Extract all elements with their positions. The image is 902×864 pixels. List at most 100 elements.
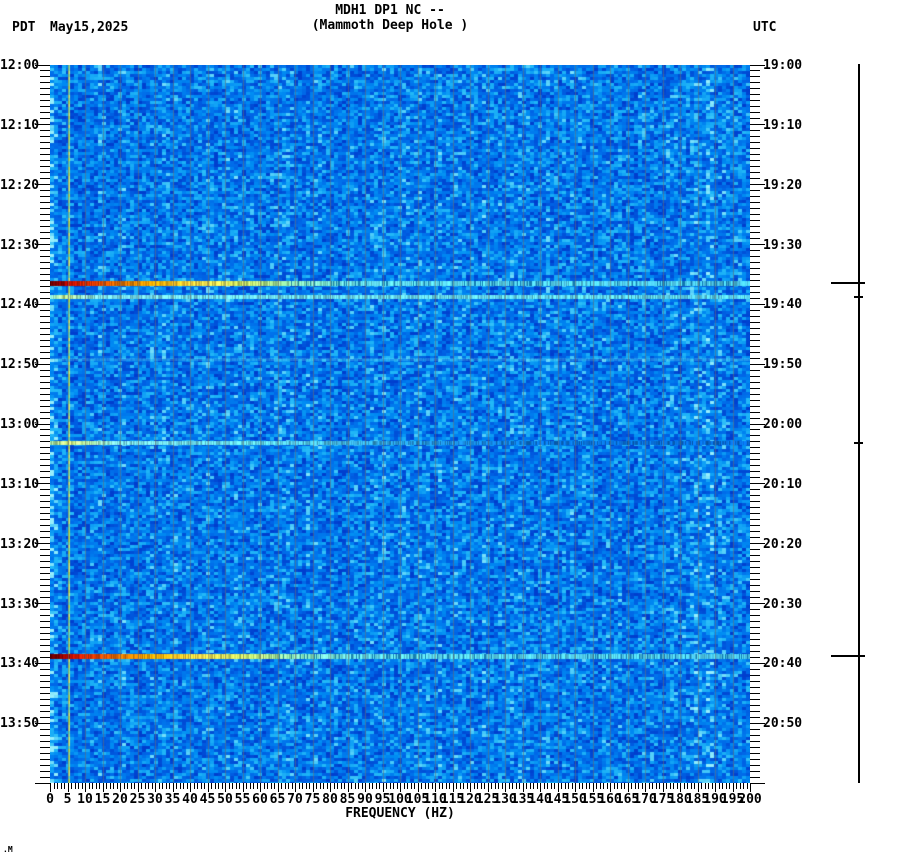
time-minor-tick-right — [750, 531, 760, 533]
freq-minor-tick — [88, 783, 90, 789]
time-label-right: 20:40 — [763, 656, 803, 672]
time-minor-tick-left — [40, 507, 50, 509]
time-minor-tick-left — [40, 267, 50, 269]
time-minor-tick-right — [750, 333, 760, 335]
freq-minor-tick — [536, 783, 538, 789]
freq-minor-tick — [428, 783, 429, 789]
time-minor-tick-left — [40, 70, 50, 72]
time-minor-tick-left — [40, 172, 50, 174]
time-minor-tick-right — [750, 196, 760, 198]
freq-minor-tick — [554, 783, 555, 789]
time-label-right: 19:30 — [763, 237, 803, 253]
time-minor-tick-left — [40, 345, 50, 347]
time-minor-tick-right — [750, 465, 760, 467]
freq-minor-tick — [603, 783, 604, 789]
time-minor-tick-right — [750, 429, 760, 431]
time-minor-tick-right — [750, 644, 760, 646]
freq-minor-tick — [186, 783, 188, 789]
time-minor-tick-right — [750, 758, 760, 760]
freq-major-tick — [697, 783, 699, 792]
time-label-right: 20:30 — [763, 596, 803, 612]
time-minor-tick-right — [750, 668, 760, 670]
time-minor-tick-left — [40, 626, 50, 628]
freq-minor-tick — [561, 783, 562, 789]
time-minor-tick-right — [750, 692, 760, 694]
time-label-right: 19:10 — [763, 117, 803, 133]
freq-minor-tick — [631, 783, 632, 789]
freq-minor-tick — [498, 783, 499, 789]
time-minor-tick-right — [750, 309, 760, 311]
time-minor-tick-left — [40, 549, 50, 551]
timezone-left-label: PDT — [12, 20, 36, 35]
time-minor-tick-right — [750, 166, 760, 168]
time-minor-tick-left — [40, 674, 50, 676]
time-minor-tick-left — [40, 489, 50, 491]
time-minor-tick-left — [40, 309, 50, 311]
time-minor-tick-right — [750, 261, 760, 263]
freq-minor-tick — [729, 783, 730, 789]
time-minor-tick-right — [750, 88, 760, 90]
time-minor-tick-left — [40, 88, 50, 90]
spectrogram-page: MDH1 DP1 NC -- (Mammoth Deep Hole ) PDT … — [0, 0, 902, 864]
time-minor-tick-right — [750, 220, 760, 222]
time-minor-tick-right — [750, 297, 760, 299]
time-minor-tick-left — [40, 585, 50, 587]
freq-minor-tick — [613, 783, 615, 789]
freq-minor-tick — [659, 783, 660, 789]
time-minor-tick-right — [750, 82, 760, 84]
time-minor-tick-right — [750, 136, 760, 138]
freq-minor-tick — [305, 783, 307, 789]
freq-minor-tick — [74, 783, 76, 789]
time-minor-tick-right — [750, 638, 760, 640]
freq-minor-tick — [288, 783, 289, 789]
time-minor-tick-right — [750, 339, 760, 341]
freq-minor-tick — [106, 783, 107, 789]
freq-minor-tick — [585, 783, 587, 789]
freq-major-tick — [85, 783, 86, 792]
time-minor-tick-left — [40, 620, 50, 622]
freq-minor-tick — [319, 783, 321, 789]
time-minor-tick-left — [40, 513, 50, 515]
freq-minor-tick — [323, 783, 324, 789]
time-minor-tick-right — [750, 776, 760, 778]
freq-minor-tick — [239, 783, 240, 789]
time-minor-tick-right — [750, 154, 760, 156]
freq-major-tick — [645, 783, 646, 792]
time-minor-tick-right — [750, 519, 760, 521]
event-marker-tick-long — [831, 655, 865, 658]
freq-minor-tick — [533, 783, 534, 789]
freq-major-tick — [400, 783, 401, 792]
time-minor-tick-left — [40, 387, 50, 389]
freq-major-tick — [382, 783, 384, 792]
timezone-right-label: UTC — [753, 20, 777, 35]
freq-minor-tick — [214, 783, 216, 789]
time-minor-tick-right — [750, 567, 760, 569]
footer-note: .M — [3, 845, 13, 854]
time-minor-tick-right — [750, 178, 760, 180]
time-minor-tick-right — [750, 674, 760, 676]
freq-minor-tick — [421, 783, 422, 789]
time-label-left: 12:10 — [0, 117, 40, 133]
time-label-right: 19:50 — [763, 357, 803, 373]
time-minor-tick-right — [750, 238, 760, 240]
time-minor-tick-left — [40, 142, 50, 144]
time-minor-tick-right — [750, 441, 760, 443]
event-marker-tick-long — [831, 282, 865, 285]
time-minor-tick-right — [750, 686, 760, 688]
freq-minor-tick — [529, 783, 531, 789]
freq-minor-tick — [687, 783, 688, 789]
time-minor-tick-right — [750, 585, 760, 587]
freq-minor-tick — [477, 783, 478, 789]
time-minor-tick-right — [750, 752, 760, 754]
freq-major-tick — [540, 783, 541, 792]
time-minor-tick-left — [40, 579, 50, 581]
freq-minor-tick — [431, 783, 433, 789]
freq-minor-tick — [169, 783, 170, 789]
time-minor-tick-right — [750, 172, 760, 174]
freq-minor-tick — [564, 783, 566, 789]
freq-minor-tick — [617, 783, 618, 789]
time-minor-tick-right — [750, 650, 760, 652]
freq-minor-tick — [281, 783, 282, 789]
time-label-left: 12:30 — [0, 237, 40, 253]
time-minor-tick-left — [40, 178, 50, 180]
